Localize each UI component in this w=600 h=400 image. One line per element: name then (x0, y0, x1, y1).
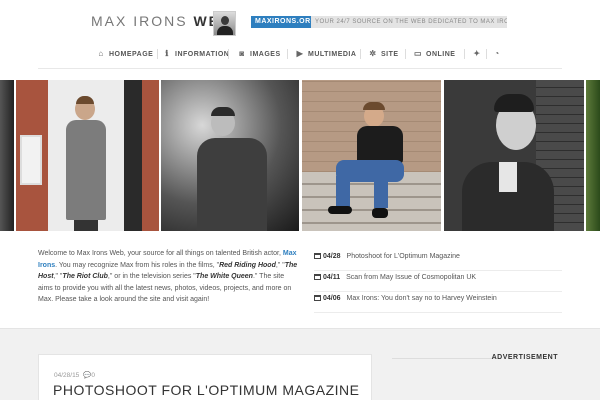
nav-label: MULTIMEDIA (308, 51, 357, 58)
site-logo[interactable]: MAX IRONS WEB (91, 13, 232, 29)
nav-divider (157, 49, 158, 59)
nav-label: INFORMATION (175, 51, 230, 58)
intro-text: ," or in the television series " (107, 273, 196, 280)
gear-icon: ✲ (369, 49, 377, 58)
nav-item-images[interactable]: ◙ IMAGES (237, 48, 281, 60)
latest-news-list: 04/28 Photoshoot for L'Optimum Magazine 0… (314, 250, 562, 313)
nav-divider (486, 49, 487, 59)
nav-divider (287, 49, 288, 59)
site-tagline: YOUR 24/7 SOURCE ON THE WEB DEDICATED TO… (311, 16, 507, 28)
intro-text: Welcome to Max Irons Web, your source fo… (38, 250, 283, 257)
twitter-link[interactable]: ✦ (472, 48, 485, 60)
nav-label: SITE (381, 51, 399, 58)
info-icon: ℹ (165, 49, 169, 58)
post-title[interactable]: PHOTOSHOOT FOR L'OPTIMUM MAGAZINE (53, 382, 359, 398)
news-title: Scan from May Issue of Cosmopolitan UK (346, 274, 477, 281)
nav-divider-line (38, 68, 562, 69)
nav-divider (464, 49, 465, 59)
home-icon: ⌂ (98, 49, 104, 58)
gallery-photo[interactable] (16, 80, 159, 231)
intro-text: . You may recognize Max from his roles i… (55, 261, 220, 269)
advertisement-heading: ADVERTISEMENT (491, 354, 558, 361)
news-item[interactable]: 04/11 Scan from May Issue of Cosmopolitan… (314, 271, 562, 292)
post-date: 04/28/15 (54, 372, 80, 379)
intro-paragraph: Welcome to Max Irons Web, your source fo… (38, 248, 300, 306)
nav-label: ONLINE (426, 51, 456, 58)
twitter-icon: ✦ (473, 49, 481, 58)
photo-gallery-strip (0, 80, 600, 231)
nav-item-multimedia[interactable]: ▶ MULTIMEDIA (295, 48, 356, 60)
nav-item-homepage[interactable]: ⌂ HOMEPAGE (96, 48, 153, 60)
series-title: The White Queen (195, 273, 253, 280)
post-meta: 04/28/15 💬0 (54, 371, 95, 379)
news-item[interactable]: 04/28 Photoshoot for L'Optimum Magazine (314, 250, 562, 271)
news-date: 04/06 (323, 295, 341, 302)
gallery-photo[interactable] (302, 80, 441, 231)
nav-divider (228, 49, 229, 59)
news-item[interactable]: 04/06 Max Irons: You don't say no to Harv… (314, 292, 562, 313)
nav-label: HOMEPAGE (109, 51, 154, 58)
gallery-photo[interactable] (444, 80, 584, 231)
gallery-photo[interactable] (586, 80, 600, 231)
camera-icon: ◙ (239, 49, 245, 58)
main-nav: ⌂ HOMEPAGE ℹ INFORMATION ◙ IMAGES ▶ MULTIMED… (0, 44, 600, 64)
rss-icon: ◔ (494, 49, 500, 58)
intro-text: ," " (275, 261, 285, 269)
nav-item-online[interactable]: ▭ ONLINE (413, 48, 455, 60)
calendar-icon (314, 253, 321, 259)
film-title: Red Riding Hood (219, 261, 276, 269)
nav-item-site[interactable]: ✲ SITE (368, 48, 399, 60)
nav-divider (360, 49, 361, 59)
nav-item-information[interactable]: ℹ INFORMATION (162, 48, 229, 60)
news-title: Photoshoot for L'Optimum Magazine (346, 253, 460, 260)
news-title: Max Irons: You don't say no to Harvey We… (346, 295, 497, 302)
comment-count[interactable]: 0 (91, 372, 95, 379)
gallery-photo[interactable] (161, 80, 299, 231)
rss-link[interactable]: ◔ (492, 48, 505, 60)
calendar-icon (314, 295, 321, 301)
play-icon: ▶ (296, 49, 304, 58)
site-header: MAX IRONS WEB MAXIRONS.ORG YOUR 24/7 SOU… (0, 0, 600, 40)
news-date: 04/11 (323, 274, 341, 281)
monitor-icon: ▭ (413, 49, 423, 58)
gallery-photo[interactable] (0, 80, 14, 231)
film-title: The Riot Club (62, 273, 108, 280)
logo-portrait (213, 11, 236, 36)
post-card: 04/28/15 💬0 PHOTOSHOOT FOR L'OPTIMUM MAGA… (38, 354, 372, 400)
news-date: 04/28 (323, 253, 341, 260)
calendar-icon (314, 274, 321, 280)
logo-text-light: MAX IRONS (91, 13, 194, 29)
nav-label: IMAGES (250, 51, 281, 58)
nav-divider (405, 49, 406, 59)
